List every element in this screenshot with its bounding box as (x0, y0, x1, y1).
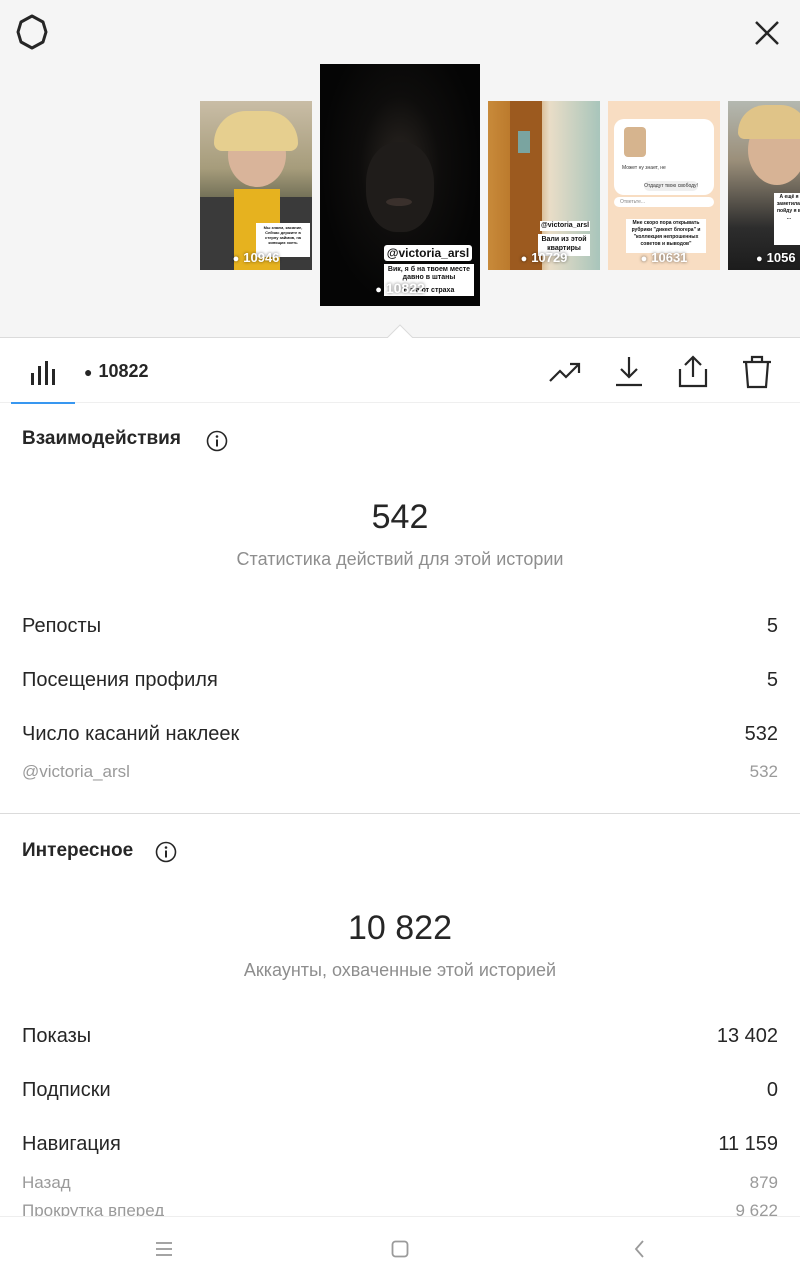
stat-label: Посещения профиля (22, 669, 218, 691)
interactions-subtitle: Статистика действий для этой истории (236, 549, 564, 569)
menu-icon[interactable] (152, 1237, 176, 1261)
stat-row: Показы 13 402 (22, 1025, 778, 1053)
stat-row: Посещения профиля 5 (22, 669, 778, 697)
stat-label: @victoria_arsl (22, 762, 130, 781)
stat-label: Показы (22, 1025, 92, 1047)
tab-insights[interactable] (11, 339, 75, 404)
interactions-total: 542 (371, 498, 429, 536)
story-view-count: ● 10729 (520, 250, 568, 265)
mention-sticker[interactable]: @victoria_arsl (384, 245, 472, 261)
tab-viewers[interactable]: ● 10822 (84, 361, 149, 382)
stat-value: 532 (749, 762, 778, 781)
story-thumbnail[interactable]: Может ну знает, не Отдадут твою свободу!… (608, 101, 720, 270)
stat-subrow: Назад 879 (22, 1173, 778, 1201)
system-nav-bar (0, 1216, 800, 1280)
active-tab-indicator (11, 402, 75, 404)
story-view-count: ● 10822 (375, 280, 425, 296)
section-title-discovery: Интересное (22, 840, 134, 861)
eye-icon: ● (232, 253, 240, 265)
stat-label: Навигация (22, 1133, 121, 1155)
download-icon[interactable] (612, 355, 646, 389)
stat-value: 879 (749, 1173, 778, 1192)
reply-field: Ответьте... (614, 197, 714, 207)
story-caption: Мне скоро пора открывать рубрики "дикект… (626, 219, 706, 253)
story-carousel: Мы знаем, касание, Сейчас держите в стер… (0, 0, 800, 339)
story-view-count: ● 10631 (640, 250, 688, 265)
back-icon[interactable] (628, 1237, 652, 1261)
story-view-count: ● 10946 (232, 250, 280, 265)
stat-row: Репосты 5 (22, 615, 778, 643)
story-thumbnail[interactable]: А ещё я заметила, пойду я в ... ● 1056 (728, 101, 800, 270)
stat-subrow: @victoria_arsl 532 (22, 762, 778, 790)
story-caption: А ещё я заметила, пойду я в ... (774, 193, 800, 245)
stat-value: 5 (766, 669, 778, 691)
selection-pointer (386, 324, 414, 339)
stat-row: Число касаний наклеек 532 (22, 723, 778, 751)
mention-sticker[interactable]: @victoria_arsl (540, 221, 590, 231)
section-title-interactions: Взаимодействия (22, 428, 181, 449)
close-icon[interactable] (748, 14, 786, 52)
eye-icon: ● (756, 253, 763, 265)
home-square-icon[interactable] (388, 1237, 412, 1261)
stat-value: 532 (744, 723, 778, 745)
stat-value: 0 (766, 1079, 778, 1101)
share-icon[interactable] (676, 355, 710, 389)
settings-gear-icon[interactable] (14, 14, 50, 50)
chat-message: Может ну знает, не (622, 165, 666, 171)
info-icon[interactable] (155, 841, 177, 863)
section-divider (0, 813, 800, 814)
story-thumbnail[interactable]: Мы знаем, касание, Сейчас держите в стер… (200, 101, 312, 270)
stat-value: 11 159 (718, 1133, 778, 1155)
story-view-count: ● 1056 (756, 250, 796, 265)
stat-label: Репосты (22, 615, 102, 637)
bar-chart-icon (31, 361, 55, 385)
discovery-total: 10 822 (348, 909, 452, 947)
eye-icon: ● (520, 253, 528, 265)
stat-label: Подписки (22, 1079, 111, 1101)
trash-icon[interactable] (740, 355, 774, 389)
eye-icon: ● (375, 284, 382, 296)
story-insights-screen: Мы знаем, касание, Сейчас держите в стер… (0, 0, 800, 1280)
trending-icon[interactable] (548, 355, 582, 389)
stat-label: Число касаний наклеек (22, 723, 240, 745)
insights-toolbar: ● 10822 (0, 339, 800, 404)
stat-label: Назад (22, 1173, 71, 1192)
eye-icon: ● (640, 253, 648, 265)
stat-value: 5 (766, 615, 778, 637)
stat-row: Навигация 11 159 (22, 1133, 778, 1161)
eye-icon: ● (84, 364, 93, 380)
story-thumbnail-selected[interactable]: @victoria_arsl Вик, я б на твоем месте д… (320, 64, 480, 306)
discovery-subtitle: Аккаунты, охваченные этой историей (243, 960, 557, 980)
stat-value: 13 402 (716, 1025, 778, 1047)
story-thumbnail[interactable]: @victoria_arsl Вали из этой квартиры ● 10… (488, 101, 600, 270)
chat-message: Отдадут твою свободу! (644, 181, 698, 191)
info-icon[interactable] (206, 430, 228, 452)
stat-row: Подписки 0 (22, 1079, 778, 1107)
